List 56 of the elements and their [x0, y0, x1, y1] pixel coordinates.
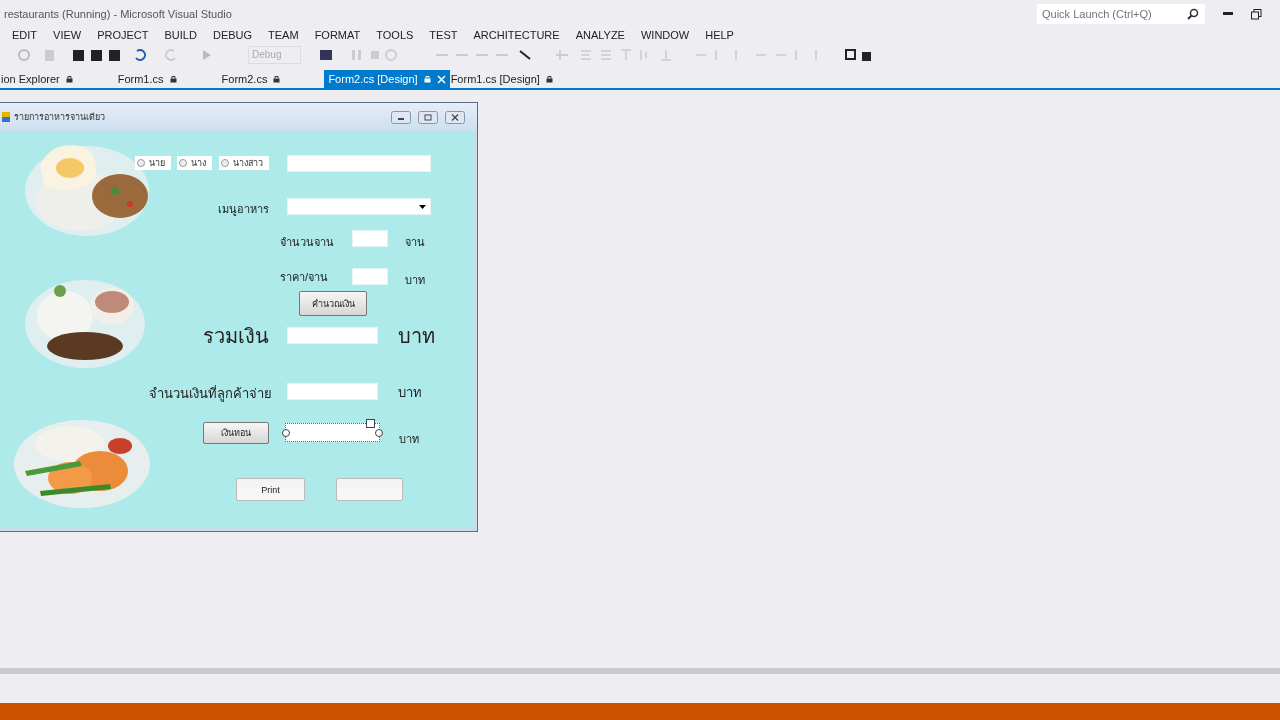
lock-icon: [423, 75, 431, 83]
caret-icon: [419, 204, 426, 209]
lock-icon: [273, 75, 281, 83]
form-icon: [2, 112, 10, 122]
lock-icon: [545, 75, 553, 83]
quantity-label: จำนวนจาน: [280, 235, 334, 250]
change-button[interactable]: เงินทอน: [203, 422, 269, 444]
maximize-icon[interactable]: [418, 110, 438, 124]
total-field[interactable]: [287, 327, 378, 344]
price-field[interactable]: [352, 268, 388, 285]
quantity-unit: จาน: [405, 235, 425, 250]
lock-icon: [169, 75, 177, 83]
menu-label: เมนูอาหาร: [218, 202, 269, 218]
document-tab[interactable]: Form2.cs [Design]: [324, 70, 450, 88]
menu-item[interactable]: HELP: [705, 29, 744, 41]
calculate-button[interactable]: คำนวณเงิน: [299, 291, 367, 316]
quantity-field[interactable]: [352, 230, 388, 247]
radio-button[interactable]: นางสาว: [219, 156, 269, 170]
close-icon[interactable]: [445, 110, 465, 124]
paid-label: จำนวนเงินที่ลูกค้าจ่าย: [149, 384, 272, 404]
menu-item[interactable]: TEST: [429, 29, 468, 41]
menu-item[interactable]: BUILD: [164, 29, 207, 41]
form-title: รายการอาหารจานเดียว: [14, 111, 106, 124]
menu-item[interactable]: ANALYZE: [575, 29, 635, 41]
menu-item[interactable]: PROJECT: [97, 29, 159, 41]
print-button[interactable]: Print: [236, 478, 305, 501]
quick-launch-field[interactable]: Quick Launch (Ctrl+Q): [1037, 4, 1205, 24]
total-label: รวมเงิน: [203, 324, 269, 349]
menu-item[interactable]: EDIT: [12, 29, 48, 41]
price-label: ราคา/จาน: [280, 270, 329, 285]
menu-item[interactable]: TOOLS: [376, 29, 424, 41]
minimize-icon[interactable]: [1223, 12, 1233, 16]
document-tab[interactable]: Form1.cs: [116, 70, 183, 88]
lock-icon: [65, 75, 73, 83]
radio-button[interactable]: นาย: [135, 156, 171, 170]
menu-item[interactable]: DEBUG: [212, 29, 263, 41]
menu-item[interactable]: TEAM: [268, 29, 309, 41]
restore-icon[interactable]: [1251, 8, 1262, 20]
search-icon[interactable]: [1187, 8, 1199, 20]
window-title: restaurants (Running) - Microsoft Visual Studio: [4, 8, 233, 20]
menu-item[interactable]: ARCHITECTURE: [473, 29, 570, 41]
document-tab[interactable]: ion Explorer: [0, 70, 79, 88]
paid-unit: บาท: [398, 384, 422, 402]
document-tab[interactable]: Form2.cs: [220, 70, 287, 88]
menu-item[interactable]: VIEW: [53, 29, 92, 41]
radio-button[interactable]: นาง: [177, 156, 212, 170]
price-unit: บาท: [405, 273, 425, 288]
document-tab[interactable]: Form1.cs [Design]: [449, 70, 559, 88]
total-unit: บาท: [398, 324, 435, 349]
name-field[interactable]: [287, 155, 431, 172]
change-unit: บาท: [399, 432, 419, 447]
menu-item[interactable]: FORMAT: [314, 29, 371, 41]
menu-item[interactable]: WINDOW: [640, 29, 700, 41]
minimize-icon[interactable]: [391, 110, 411, 124]
start-icon[interactable]: [202, 49, 212, 61]
paid-field[interactable]: [287, 383, 378, 400]
